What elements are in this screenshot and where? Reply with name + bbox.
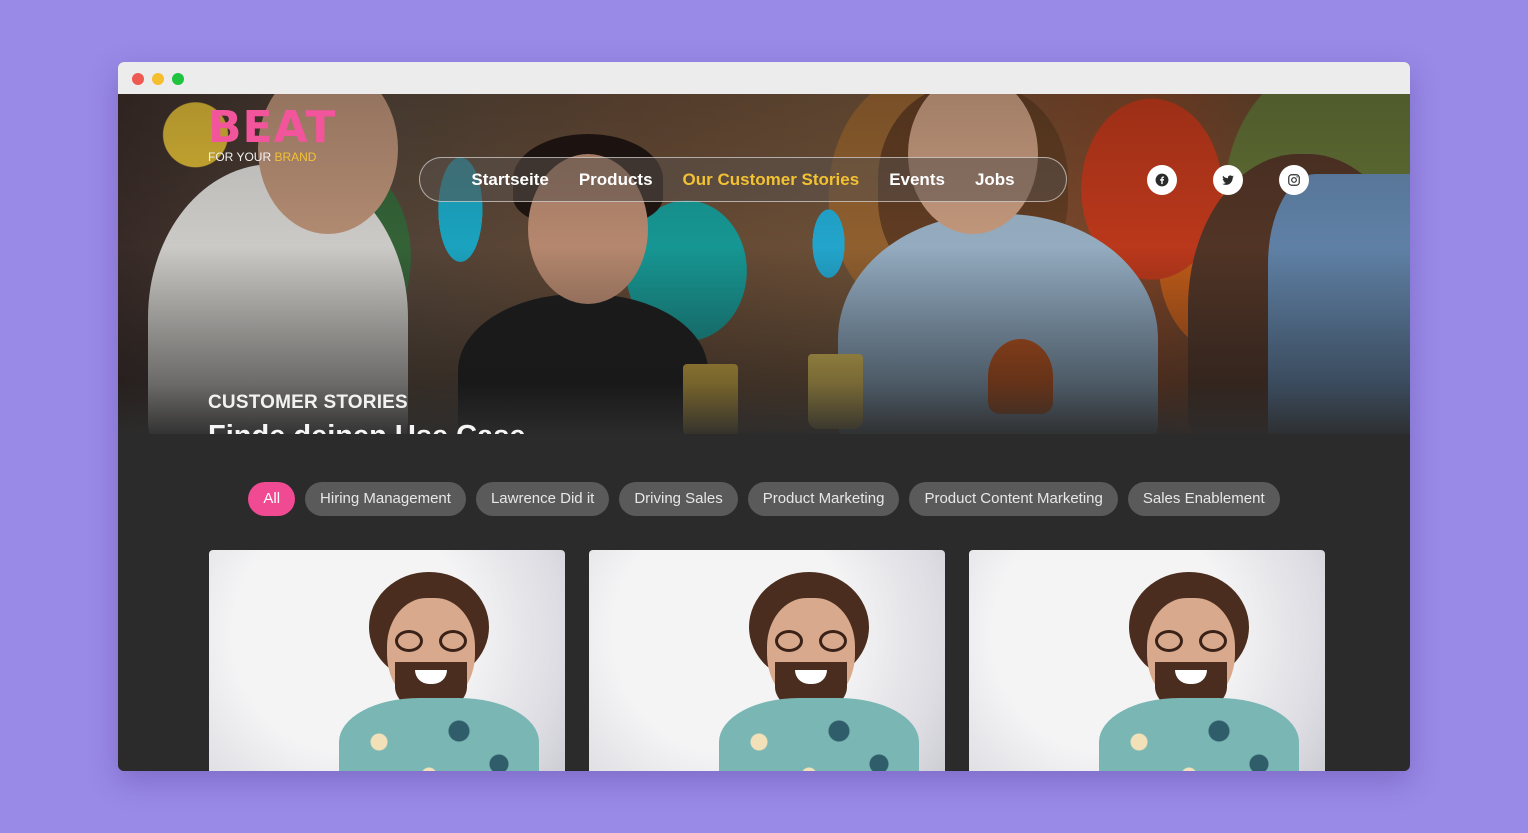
filter-chip-driving-sales[interactable]: Driving Sales bbox=[619, 482, 738, 516]
browser-window: BEAT FOR YOUR BRAND Startseite Products … bbox=[118, 62, 1410, 771]
portrait-photo bbox=[719, 698, 919, 771]
nav-item-startseite[interactable]: Startseite bbox=[471, 170, 548, 190]
main-navigation: Startseite Products Our Customer Stories… bbox=[419, 157, 1067, 202]
nav-item-customer-stories[interactable]: Our Customer Stories bbox=[683, 170, 860, 190]
story-card[interactable] bbox=[969, 550, 1325, 771]
minimize-window-button[interactable] bbox=[152, 73, 164, 85]
filter-chip-all[interactable]: All bbox=[248, 482, 296, 516]
portrait-photo bbox=[775, 630, 847, 652]
brand-logo[interactable]: BEAT FOR YOUR BRAND bbox=[208, 102, 337, 165]
logo-wordmark: BEAT bbox=[208, 102, 337, 153]
story-card[interactable] bbox=[209, 550, 565, 771]
twitter-link[interactable] bbox=[1213, 165, 1243, 195]
filter-chip-product-marketing[interactable]: Product Marketing bbox=[747, 482, 900, 516]
logo-tagline-prefix: FOR YOUR bbox=[208, 150, 272, 164]
nav-item-products[interactable]: Products bbox=[579, 170, 653, 190]
window-titlebar bbox=[118, 62, 1410, 95]
portrait-photo bbox=[339, 698, 539, 771]
portrait-photo bbox=[1155, 630, 1227, 652]
story-card[interactable] bbox=[589, 550, 945, 771]
nav-item-jobs[interactable]: Jobs bbox=[975, 170, 1015, 190]
maximize-window-button[interactable] bbox=[172, 73, 184, 85]
nav-item-events[interactable]: Events bbox=[889, 170, 945, 190]
logo-tagline-accent: BRAND bbox=[274, 150, 317, 164]
hero-banner: BEAT FOR YOUR BRAND Startseite Products … bbox=[118, 94, 1410, 434]
instagram-link[interactable] bbox=[1279, 165, 1309, 195]
close-window-button[interactable] bbox=[132, 73, 144, 85]
hero-eyebrow: CUSTOMER STORIES bbox=[208, 392, 408, 413]
category-filter-bar: All Hiring Management Lawrence Did it Dr… bbox=[118, 482, 1410, 516]
hero-headline: Finde deinen Use Case bbox=[208, 420, 526, 434]
filter-chip-lawrence-did-it[interactable]: Lawrence Did it bbox=[475, 482, 610, 516]
instagram-icon bbox=[1288, 174, 1300, 186]
facebook-link[interactable] bbox=[1147, 165, 1177, 195]
filter-chip-product-content-marketing[interactable]: Product Content Marketing bbox=[909, 482, 1118, 516]
twitter-icon bbox=[1222, 175, 1234, 185]
filter-chip-sales-enablement[interactable]: Sales Enablement bbox=[1127, 482, 1280, 516]
portrait-photo bbox=[395, 630, 467, 652]
hero-text: CUSTOMER STORIES Finde deinen Use Case bbox=[208, 392, 526, 434]
facebook-icon bbox=[1155, 173, 1169, 187]
portrait-photo bbox=[1099, 698, 1299, 771]
story-card-grid bbox=[209, 550, 1325, 771]
filter-chip-hiring-management[interactable]: Hiring Management bbox=[305, 482, 466, 516]
